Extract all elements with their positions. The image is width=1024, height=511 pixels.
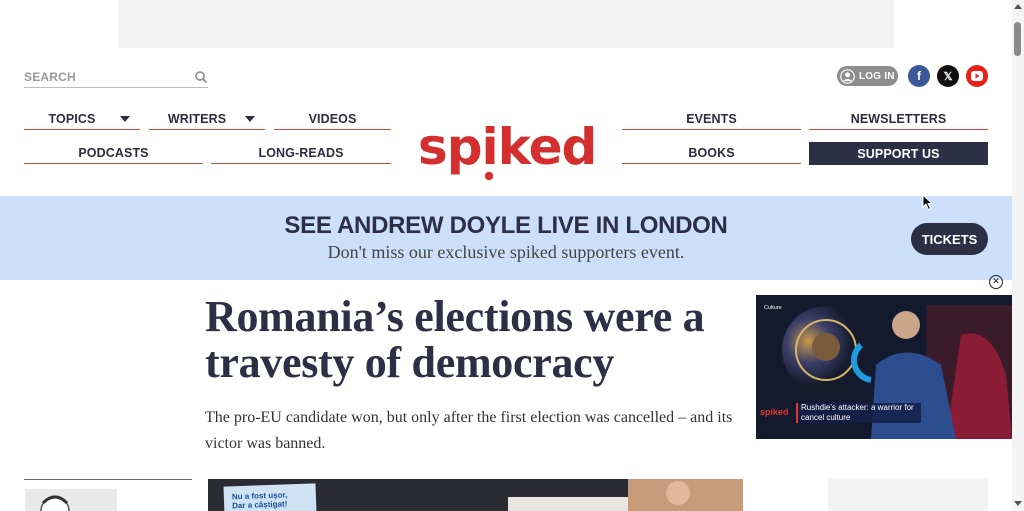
spiked-logo[interactable]: spiked bbox=[418, 112, 598, 184]
nav-books[interactable]: BOOKS bbox=[622, 142, 801, 164]
nav-long-reads[interactable]: LONG-READS bbox=[211, 142, 391, 164]
nav-topics-label: TOPICS bbox=[48, 111, 96, 126]
nav-newsletters[interactable]: NEWSLETTERS bbox=[809, 108, 988, 130]
search-bar[interactable]: SEARCH bbox=[24, 66, 208, 88]
article-headline: Romania’s elections were a travesty of d… bbox=[205, 292, 705, 387]
user-icon bbox=[840, 68, 855, 84]
tickets-button[interactable]: TICKETS bbox=[911, 223, 988, 255]
vertical-scrollbar[interactable] bbox=[1012, 0, 1024, 511]
banner-title: SEE ANDREW DOYLE LIVE IN LONDON bbox=[284, 212, 728, 239]
right-ad-slot bbox=[828, 479, 988, 511]
author-photo bbox=[25, 489, 117, 511]
x-glyph: 𝕏 bbox=[943, 70, 953, 83]
top-ad-slot bbox=[118, 0, 894, 48]
nav-events-label: EVENTS bbox=[686, 111, 737, 126]
search-icon[interactable] bbox=[194, 70, 208, 84]
close-icon[interactable]: ✕ bbox=[989, 275, 1003, 289]
article-standfirst: The pro-EU candidate won, but only after… bbox=[205, 409, 733, 452]
facebook-icon[interactable]: f bbox=[908, 65, 930, 87]
nav-writers-label: WRITERS bbox=[167, 111, 227, 126]
video-category: Culture bbox=[764, 305, 782, 311]
sidebar-divider bbox=[24, 479, 192, 480]
scrollbar-thumb[interactable] bbox=[1014, 22, 1021, 56]
scroll-down-icon[interactable] bbox=[1014, 501, 1022, 506]
nav-newsletters-label: NEWSLETTERS bbox=[850, 111, 947, 126]
play-icon bbox=[971, 71, 983, 81]
nav-videos[interactable]: VIDEOS bbox=[274, 108, 391, 130]
scroll-up-icon[interactable] bbox=[1014, 4, 1022, 9]
logo-wordmark: spiked bbox=[418, 118, 596, 176]
facebook-glyph: f bbox=[917, 69, 921, 83]
youtube-icon[interactable] bbox=[966, 65, 988, 87]
nav-events[interactable]: EVENTS bbox=[622, 108, 801, 130]
logo-dot bbox=[484, 171, 494, 181]
login-label: LOG IN bbox=[859, 70, 895, 82]
support-us-label: SUPPORT US bbox=[857, 146, 940, 161]
mouse-cursor-icon bbox=[922, 194, 934, 211]
chevron-down-icon bbox=[120, 116, 130, 122]
protest-sign-line-2: Dar a câștigat! bbox=[232, 499, 288, 511]
article-image[interactable]: Nu a fost ușor, Dar a câștigat! bbox=[208, 479, 743, 511]
video-brand: spiked bbox=[760, 407, 789, 417]
x-twitter-icon[interactable]: 𝕏 bbox=[937, 65, 959, 87]
search-input[interactable]: SEARCH bbox=[24, 70, 76, 84]
event-banner[interactable]: SEE ANDREW DOYLE LIVE IN LONDON Don't mi… bbox=[0, 196, 1012, 280]
nav-videos-label: VIDEOS bbox=[308, 111, 357, 126]
protest-sign-text: Nu a fost ușor, Dar a câștigat! bbox=[232, 490, 288, 510]
nav-podcasts[interactable]: PODCASTS bbox=[24, 142, 203, 164]
chevron-down-icon bbox=[245, 116, 255, 122]
author-avatar[interactable] bbox=[25, 489, 117, 511]
banner-subtitle: Don't miss our exclusive spiked supporte… bbox=[327, 242, 685, 262]
login-button[interactable]: LOG IN bbox=[837, 66, 898, 86]
support-us-button[interactable]: SUPPORT US bbox=[809, 142, 988, 165]
nav-writers[interactable]: WRITERS bbox=[149, 108, 265, 130]
nav-books-label: BOOKS bbox=[688, 145, 735, 160]
video-player[interactable]: Culture spiked Rushdie's attacker: a war… bbox=[756, 295, 1012, 439]
video-caption: Rushdie's attacker: a warrior for cancel… bbox=[796, 403, 921, 423]
protest-sign: Nu a fost ușor, Dar a câștigat! bbox=[223, 483, 317, 511]
nav-podcasts-label: PODCASTS bbox=[78, 145, 149, 160]
nav-long-reads-label: LONG-READS bbox=[258, 145, 344, 160]
nav-topics[interactable]: TOPICS bbox=[24, 108, 140, 130]
